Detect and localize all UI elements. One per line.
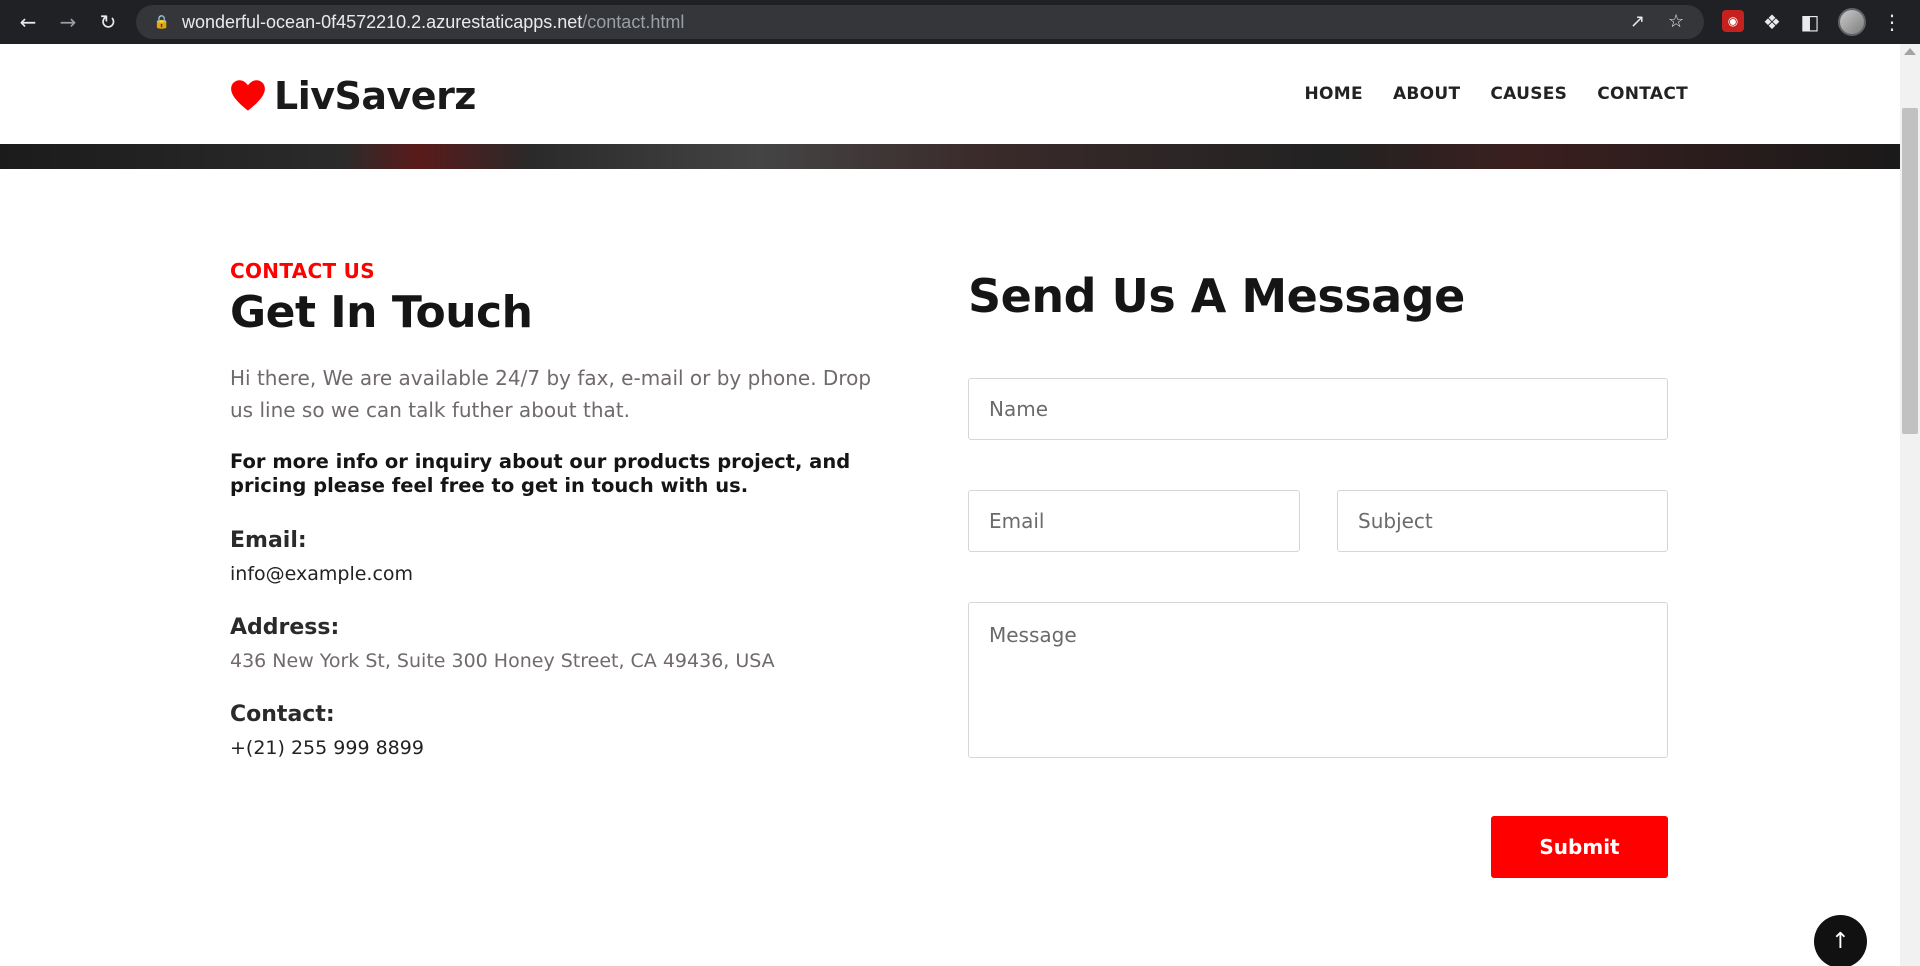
message-field[interactable] (968, 602, 1668, 758)
kebab-menu-icon[interactable]: ⋮ (1880, 10, 1904, 34)
inquiry-text: For more info or inquiry about our produ… (230, 450, 851, 497)
address-value: 436 New York St, Suite 300 Honey Street,… (230, 650, 775, 672)
page: LivSaverz HOME ABOUT CAUSES CONTACT CONT… (0, 44, 1900, 966)
section-eyebrow: CONTACT US (230, 259, 375, 283)
arrow-right-icon: → (59, 10, 77, 34)
phone-block: Contact: +(21) 255 999 8899 (230, 702, 890, 759)
hero-image-strip (0, 144, 1900, 169)
site-header: LivSaverz HOME ABOUT CAUSES CONTACT (0, 44, 1900, 144)
logo-text: LivSaverz (274, 74, 476, 118)
reload-button[interactable]: ↻ (88, 0, 128, 44)
scrollbar-thumb[interactable] (1902, 108, 1918, 434)
contact-label: Contact: (230, 702, 335, 727)
share-icon[interactable]: ↗ (1630, 11, 1645, 32)
lock-icon: 🔒 (153, 14, 171, 30)
browser-toolbar: ← → ↻ 🔒 wonderful-ocean-0f4572210.2.azur… (0, 0, 1920, 44)
nav-home[interactable]: HOME (1305, 84, 1363, 104)
address-bar[interactable]: 🔒 wonderful-ocean-0f4572210.2.azurestati… (136, 5, 1704, 39)
nav-about[interactable]: ABOUT (1393, 84, 1460, 104)
address-block: Address: 436 New York St, Suite 300 Hone… (230, 615, 890, 672)
page-title: Get In Touch (230, 287, 533, 338)
address-label: Address: (230, 615, 340, 640)
submit-button[interactable]: Submit (1491, 816, 1668, 878)
page-scrollbar[interactable] (1900, 44, 1920, 966)
puzzle-icon[interactable]: ❖ (1760, 10, 1784, 34)
heart-icon (231, 80, 265, 111)
star-icon[interactable]: ☆ (1668, 11, 1684, 32)
email-value: info@example.com (230, 563, 414, 585)
back-button[interactable]: ← (8, 0, 48, 44)
phone-value: +(21) 255 999 8899 (230, 737, 424, 759)
form-title: Send Us A Message (968, 269, 1465, 323)
nav-causes[interactable]: CAUSES (1490, 84, 1567, 104)
email-label: Email: (230, 528, 307, 553)
extension-icon[interactable]: ◉ (1722, 10, 1744, 32)
arrow-left-icon: ← (19, 10, 37, 34)
scroll-up-arrow[interactable] (1904, 48, 1916, 55)
intro-text: Hi there, We are available 24/7 by fax, … (230, 366, 872, 422)
email-block: Email: info@example.com (230, 528, 890, 585)
url-path: /contact.html (582, 11, 685, 32)
nav-contact[interactable]: CONTACT (1597, 84, 1688, 104)
subject-field[interactable] (1337, 490, 1668, 552)
forward-button[interactable]: → (48, 0, 88, 44)
email-field[interactable] (968, 490, 1300, 552)
name-field[interactable] (968, 378, 1668, 440)
url-text: wonderful-ocean-0f4572210.2.azurestatica… (182, 12, 684, 33)
reload-icon: ↻ (99, 10, 117, 34)
site-logo[interactable]: LivSaverz (230, 74, 476, 118)
scroll-to-top-button[interactable]: ↑ (1814, 915, 1867, 966)
arrow-up-icon: ↑ (1831, 929, 1850, 954)
profile-avatar[interactable] (1838, 8, 1866, 36)
main-nav: HOME ABOUT CAUSES CONTACT (1305, 84, 1688, 104)
side-panel-icon[interactable]: ◧ (1798, 10, 1822, 34)
contact-info: CONTACT US Get In Touch Hi there, We are… (230, 259, 890, 759)
url-host: wonderful-ocean-0f4572210.2.azurestatica… (182, 11, 583, 32)
message-form-section: Send Us A Message (968, 259, 1668, 323)
